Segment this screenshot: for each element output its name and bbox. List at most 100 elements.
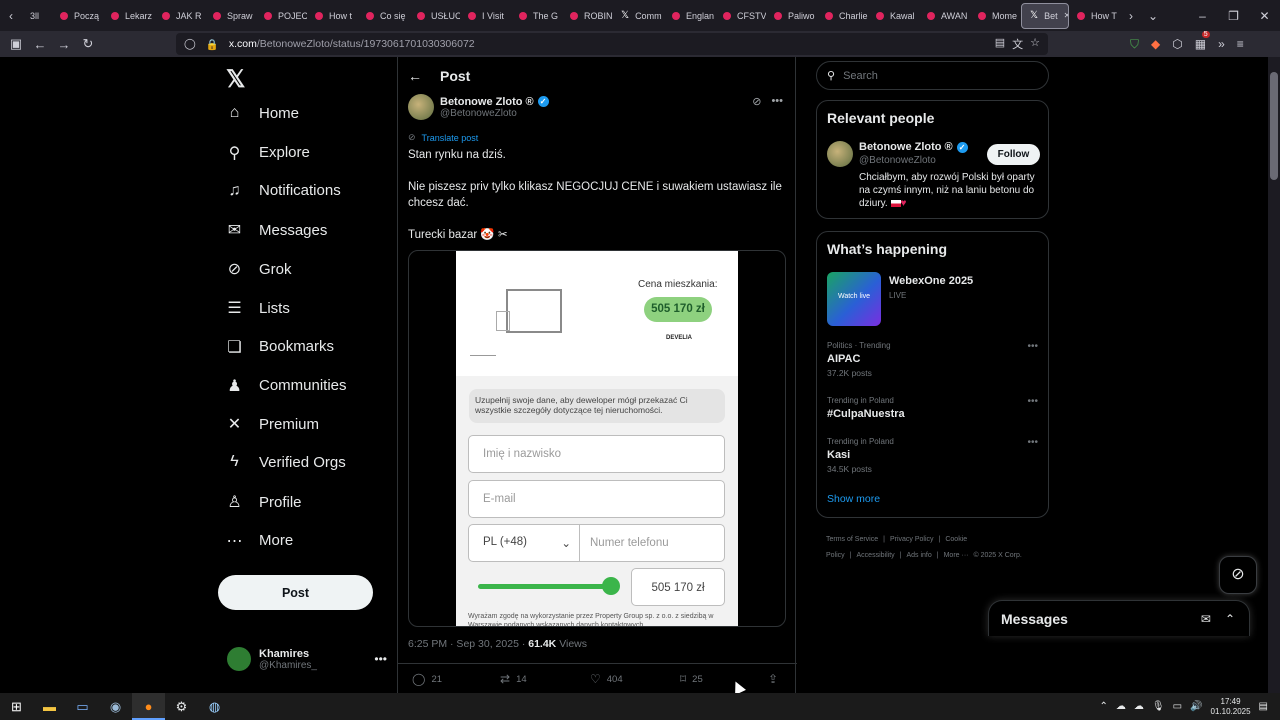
translate-post-link[interactable]: ⊘ Translate post xyxy=(408,132,478,143)
settings-icon[interactable]: ⚙ xyxy=(165,699,198,715)
browser-tab[interactable]: Co się xyxy=(358,3,409,29)
browser-tab[interactable]: JAK R xyxy=(154,3,205,29)
reply-button[interactable]: ◯ 21 xyxy=(412,672,442,686)
browser-tab[interactable]: 𝕏 Comm xyxy=(613,3,664,29)
media-screenshot[interactable]: Cena mieszkania: 505 170 zł DEVELIA Uzup… xyxy=(456,251,738,626)
footer-link[interactable]: Ads info xyxy=(906,552,931,559)
share-button[interactable]: ⇪ xyxy=(768,672,778,686)
scrollbar-thumb[interactable] xyxy=(1270,72,1278,180)
nav-item-grok[interactable]: ⊘ Grok xyxy=(226,259,292,279)
firefox-icon[interactable]: ● xyxy=(132,693,165,720)
browser-tab[interactable]: Paliwo xyxy=(766,3,817,29)
nav-item-lists[interactable]: ☰ Lists xyxy=(226,298,290,318)
post-media[interactable]: Cena mieszkania: 505 170 zł DEVELIA Uzup… xyxy=(408,250,786,627)
browser-tab[interactable]: How t xyxy=(307,3,358,29)
footer-link[interactable]: Accessibility xyxy=(857,552,895,559)
steam-icon[interactable]: ◉ xyxy=(99,699,132,715)
trend-more-icon[interactable]: ••• xyxy=(1027,437,1038,448)
tab-list-icon[interactable]: ⌄ xyxy=(1142,9,1164,23)
footer-link[interactable]: © 2025 X Corp. xyxy=(973,552,1021,559)
account-switcher[interactable]: Khamires @Khamires_ ••• xyxy=(227,647,387,671)
trend-more-icon[interactable]: ••• xyxy=(1027,341,1038,352)
browser-tab[interactable]: POJEC xyxy=(256,3,307,29)
trend-more-icon[interactable]: ••• xyxy=(1027,396,1038,407)
live-event[interactable]: Watch live WebexOne 2025 LIVE xyxy=(827,272,973,326)
nav-item-communities[interactable]: ♟ Communities xyxy=(226,376,346,396)
nav-item-explore[interactable]: ⚲ Explore xyxy=(226,143,310,163)
browser-tab[interactable]: CFSTV xyxy=(715,3,766,29)
post-button[interactable]: Post xyxy=(218,575,373,610)
bookmark-button[interactable]: ⌑ 25 xyxy=(680,672,703,686)
browser-tab[interactable]: Englan xyxy=(664,3,715,29)
extensions-icon[interactable]: ⬡ xyxy=(1172,37,1182,52)
trend-item[interactable]: Trending in Poland #CulpaNuestra ••• xyxy=(827,396,1040,423)
lock-icon[interactable]: 🔒 xyxy=(206,38,219,51)
expand-drawer-icon[interactable]: ⌃ xyxy=(1225,612,1235,626)
nav-item-messages[interactable]: ✉ Messages xyxy=(226,220,328,240)
start-icon[interactable]: ⊞ xyxy=(0,699,33,715)
badge-extension-icon[interactable]: ▦ 5 xyxy=(1195,30,1210,52)
file-explorer-icon[interactable]: ▬ xyxy=(33,699,66,714)
x-logo-icon[interactable]: 𝕏 xyxy=(226,65,245,94)
minimize-icon[interactable]: – xyxy=(1187,9,1218,23)
person-handle[interactable]: @BetonoweZloto xyxy=(859,155,936,166)
grok-explain-icon[interactable]: ⊘ xyxy=(752,95,761,108)
bookmark-star-icon[interactable]: ☆ xyxy=(1030,36,1040,52)
clock[interactable]: 17:49 01.10.2025 xyxy=(1211,697,1251,717)
volume-icon[interactable]: 🔊 xyxy=(1190,701,1202,712)
restore-icon[interactable]: ❐ xyxy=(1218,9,1249,23)
browser-tab[interactable]: Spraw xyxy=(205,3,256,29)
network-icon[interactable]: ▭ xyxy=(1173,701,1182,712)
event-thumbnail[interactable]: Watch live xyxy=(827,272,881,326)
microphone-icon[interactable]: 🎙 xyxy=(1152,701,1165,712)
translate-page-icon[interactable]: 文 xyxy=(1012,36,1023,52)
post-more-icon[interactable]: ••• xyxy=(771,95,783,108)
browser-tab[interactable]: Charlie xyxy=(817,3,868,29)
tab-scroll-left-icon[interactable]: ‹ xyxy=(0,9,22,23)
reader-view-icon[interactable]: ▤ xyxy=(995,36,1005,52)
person-name[interactable]: Betonowe Zloto ® xyxy=(859,141,953,153)
post-timestamp[interactable]: 6:25 PM · Sep 30, 2025 · xyxy=(408,638,528,650)
nav-item-notifications[interactable]: ♫ Notifications xyxy=(226,182,341,200)
forward-icon[interactable]: → xyxy=(52,37,76,52)
like-button[interactable]: ♡ 404 xyxy=(590,672,623,686)
onedrive-icon[interactable]: ☁ xyxy=(1134,701,1144,712)
cloud-icon[interactable]: ☁ xyxy=(1116,701,1126,712)
browser-tab[interactable]: I Visit xyxy=(460,3,511,29)
shield-extension-icon[interactable]: ⛉ xyxy=(1130,37,1139,52)
post-author[interactable]: Betonowe Zloto ® ✓ @BetonoweZloto xyxy=(408,94,549,120)
author-avatar[interactable] xyxy=(408,94,434,120)
browser-tab[interactable]: Kawal xyxy=(868,3,919,29)
footer-link[interactable]: More ··· xyxy=(944,552,969,559)
browser-tab[interactable]: How T xyxy=(1069,3,1120,29)
nav-item-verified-orgs[interactable]: ϟ Verified Orgs xyxy=(226,453,345,471)
search-input[interactable]: ⚲ Search xyxy=(816,61,1049,90)
avatar[interactable] xyxy=(827,141,853,167)
back-icon[interactable]: ← xyxy=(28,37,52,52)
footer-link[interactable]: Terms of Service xyxy=(826,536,878,543)
author-name[interactable]: Betonowe Zloto ® xyxy=(440,96,534,108)
author-handle[interactable]: @BetonoweZloto xyxy=(440,108,549,119)
app-icon[interactable]: ◍ xyxy=(198,699,231,715)
app-menu-icon[interactable]: ≡ xyxy=(1237,37,1244,52)
reload-icon[interactable]: ↻ xyxy=(76,36,100,52)
messages-drawer[interactable]: Messages ✉ ⌃ xyxy=(988,600,1250,636)
overflow-chevron-icon[interactable]: » xyxy=(1218,37,1225,52)
browser-tab[interactable]: USŁUC xyxy=(409,3,460,29)
back-arrow-icon[interactable]: ← xyxy=(408,68,422,84)
nav-item-home[interactable]: ⌂ Home xyxy=(226,104,299,122)
close-window-icon[interactable]: ✕ xyxy=(1249,9,1280,23)
browser-tab[interactable]: 𝕏Bet✕ xyxy=(1021,2,1069,29)
show-more-link[interactable]: Show more xyxy=(827,493,880,505)
nav-item-bookmarks[interactable]: ❏ Bookmarks xyxy=(226,337,334,357)
follow-button[interactable]: Follow xyxy=(987,144,1040,165)
browser-tab[interactable]: ROBIN xyxy=(562,3,613,29)
tracking-shield-icon[interactable]: ◯ xyxy=(184,38,196,50)
remote-desktop-icon[interactable]: ▭ xyxy=(66,699,99,715)
notification-center-icon[interactable]: ▤ xyxy=(1259,701,1268,712)
grok-floating-button[interactable]: ⊘ xyxy=(1219,556,1257,594)
browser-tab[interactable]: 3ll xyxy=(22,3,52,29)
browser-tab[interactable]: Lekarz xyxy=(103,3,154,29)
fox-extension-icon[interactable]: ◆ xyxy=(1151,37,1160,52)
tray-overflow-icon[interactable]: ⌃ xyxy=(1100,701,1108,712)
